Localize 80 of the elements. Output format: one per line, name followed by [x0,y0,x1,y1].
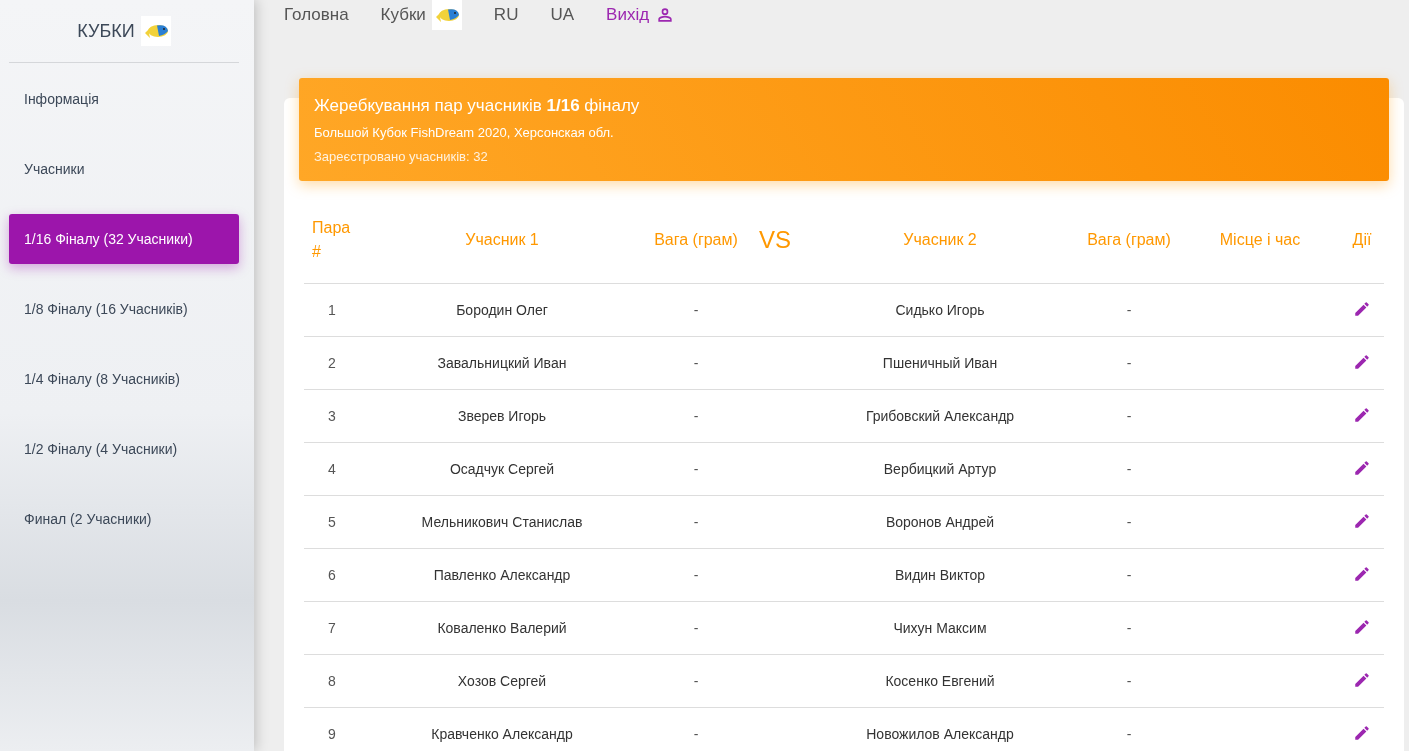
table-cell: Видин Виктор [802,548,1078,602]
table-cell: 5 [304,495,360,549]
edit-button[interactable] [1353,299,1371,318]
edit-button[interactable] [1353,564,1371,583]
table-cell: 2 [304,336,360,390]
table-cell: Новожилов Александр [802,707,1078,751]
column-header: Місце і час [1180,197,1340,284]
column-header: Учасник 2 [802,197,1078,284]
table-cell: Косенко Евгений [802,654,1078,708]
table-cell: - [644,442,748,496]
edit-button[interactable] [1353,617,1371,636]
table-cell: - [1078,442,1180,496]
table-cell: Воронов Андрей [802,495,1078,549]
nav-link[interactable]: UA [550,5,575,25]
table-cell: - [644,654,748,708]
sidebar-item[interactable]: 1/8 Фіналу (16 Учасників) [9,284,239,334]
table-cell: - [1078,336,1180,390]
table-cell: Осадчук Сергей [360,442,644,496]
table-cell: - [644,283,748,337]
table-cell: Пшеничный Иван [802,336,1078,390]
table-cell: - [1078,548,1180,602]
edit-button[interactable] [1353,511,1371,530]
sidebar-item[interactable]: Учасники [9,144,239,194]
sidebar-item[interactable]: Інформація [9,74,239,124]
table-cell: - [1078,707,1180,751]
sidebar-item[interactable]: Финал (2 Учасники) [9,494,239,544]
table-cell: - [1078,389,1180,443]
card-title: Жеребкування пар учасників 1/16 фіналу [314,96,641,116]
fish-logo-icon [431,0,462,30]
table-cell: Коваленко Валерий [360,601,644,655]
table-cell: 7 [304,601,360,655]
column-header: Учасник 1 [360,197,644,284]
table-cell: Зверев Игорь [360,389,644,443]
sidebar-item[interactable]: 1/16 Фіналу (32 Учасники) [9,214,239,264]
column-header: Дії [1340,197,1384,284]
registered-count: Зареєстровано учасників: 32 [314,149,489,164]
table-cell: - [1078,495,1180,549]
table-cell: Чихун Максим [802,601,1078,655]
nav-link[interactable]: RU [493,5,519,25]
column-header: Вага (грам) [1078,197,1180,284]
table-cell: Грибовский Александр [802,389,1078,443]
brand-title: КУБКИ [77,20,135,42]
table-cell: Сидько Игорь [802,283,1078,337]
nav-link[interactable]: Головна [284,5,349,25]
tournament-name: Большой Кубок FishDream 2020, Херсонская обл. [314,125,615,140]
table-cell: - [1078,601,1180,655]
vs-label: VS [748,197,802,284]
sidebar-item[interactable]: 1/4 Фіналу (8 Учасників) [9,354,239,404]
edit-button[interactable] [1353,352,1371,371]
table-cell: - [644,548,748,602]
table-cell: Бородин Олег [360,283,644,337]
table-cell: 4 [304,442,360,496]
table-cell: Завальницкий Иван [360,336,644,390]
table-cell: 3 [304,389,360,443]
logout-link[interactable]: Вихід [606,5,676,25]
table-cell: 6 [304,548,360,602]
table-cell: 8 [304,654,360,708]
nav-link[interactable]: Кубки [380,0,462,30]
table-cell: - [1078,654,1180,708]
table-cell: 9 [304,707,360,751]
table-cell: - [644,336,748,390]
table-cell: - [644,389,748,443]
table-cell: Мельникович Станислав [360,495,644,549]
table-cell: - [1078,283,1180,337]
table-cell: Вербицкий Артур [802,442,1078,496]
column-header: Вага (грам) [644,197,748,284]
table-cell: Павленко Александр [360,548,644,602]
edit-button[interactable] [1353,670,1371,689]
edit-button[interactable] [1353,458,1371,477]
edit-button[interactable] [1353,723,1371,742]
column-header: Пара # [304,197,360,284]
table-cell: Хозов Сергей [360,654,644,708]
table-cell: 1 [304,283,360,337]
edit-button[interactable] [1353,405,1371,424]
table-cell: - [644,707,748,751]
table-cell: Кравченко Александр [360,707,644,751]
sidebar-item[interactable]: 1/2 Фіналу (4 Учасники) [9,424,239,474]
table-cell: - [644,495,748,549]
table-cell: - [644,601,748,655]
fish-logo-icon [140,16,171,46]
